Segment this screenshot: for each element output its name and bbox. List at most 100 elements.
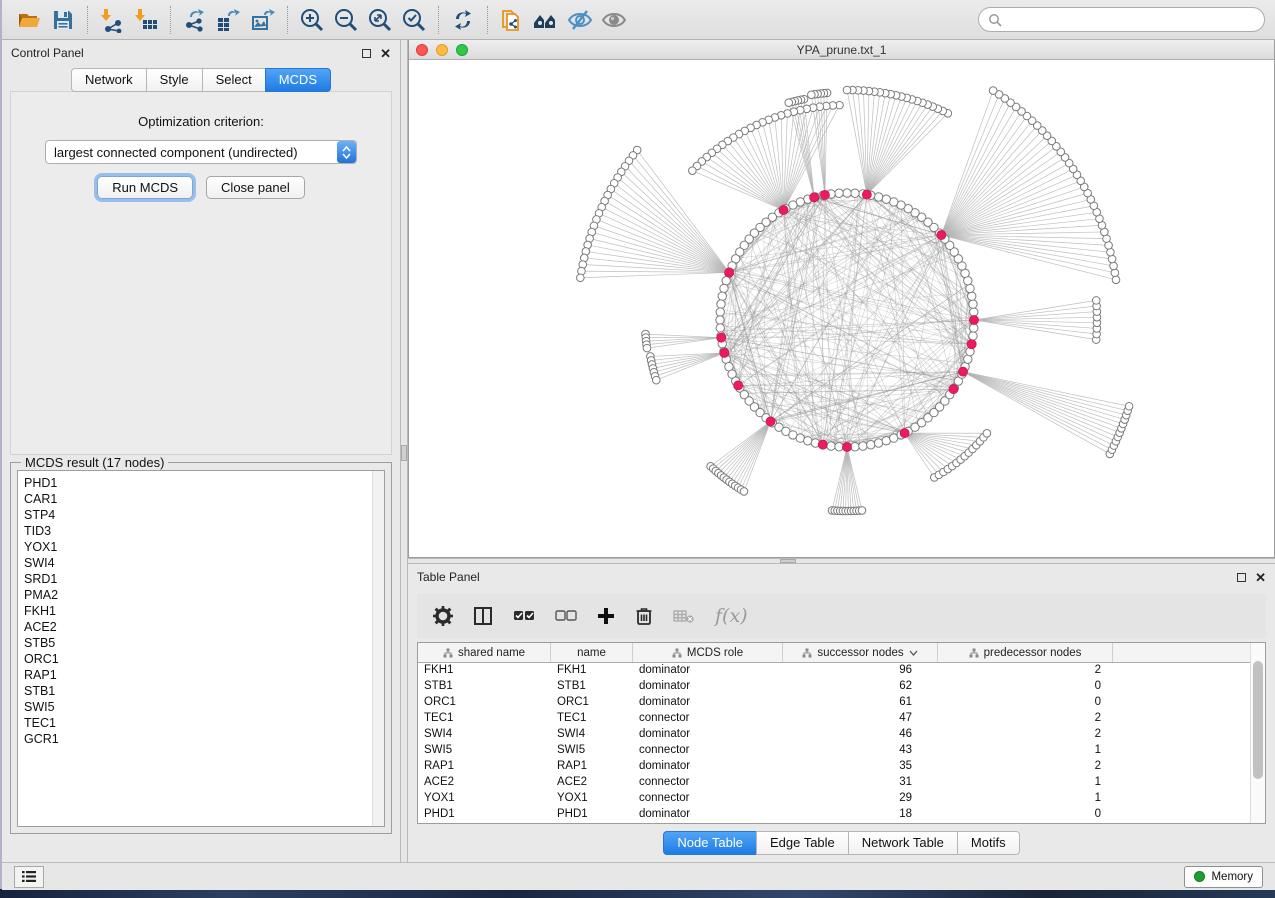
table-row[interactable]: YOX1YOX1connector291 [418,791,1250,807]
ring-node[interactable] [859,442,867,450]
task-history-button[interactable] [14,866,44,888]
vertical-splitter[interactable] [400,40,408,862]
leaf-node[interactable] [1108,255,1116,263]
ring-node[interactable] [722,277,730,285]
ring-node[interactable] [867,441,875,449]
leaf-node[interactable] [808,91,816,99]
leaf-node[interactable] [1112,276,1120,284]
ring-node[interactable] [966,284,974,292]
search-box[interactable] [978,7,1265,32]
dominator-node[interactable] [949,385,958,394]
dominator-node[interactable] [818,440,827,449]
mcds-result-list[interactable]: PHD1CAR1STP4TID3YOX1SWI4SRD1PMA2FKH1ACE2… [17,470,385,827]
ring-node[interactable] [804,437,812,445]
column-header-successor-nodes[interactable]: successor nodes [783,643,938,662]
ring-node[interactable] [969,332,977,340]
splitter-grip[interactable] [780,559,796,563]
leaf-node[interactable] [652,376,660,384]
horizontal-splitter[interactable] [408,558,1275,564]
ring-node[interactable] [874,439,882,447]
table-row[interactable]: ORC1ORC1dominator610 [418,695,1250,711]
dominator-node[interactable] [734,381,743,390]
table-row[interactable]: SWI5SWI5connector431 [418,743,1250,759]
leaf-node[interactable] [843,86,851,94]
zoom-out-icon[interactable] [329,4,363,36]
dominator-node[interactable] [725,268,734,277]
dominator-node[interactable] [862,190,871,199]
dominator-node[interactable] [958,367,967,376]
ring-node[interactable] [718,292,726,300]
share-document-icon[interactable] [495,4,529,36]
tab-select[interactable]: Select [202,68,265,92]
ring-node[interactable] [851,189,859,197]
leaf-node[interactable] [785,99,793,107]
memory-button[interactable]: Memory [1184,866,1263,888]
mcds-result-item[interactable]: TID3 [24,523,372,539]
column-header-name[interactable]: name [551,643,633,662]
network-graph[interactable] [409,60,1274,557]
tab-style[interactable]: Style [146,68,202,92]
ring-node[interactable] [716,308,724,316]
mcds-result-item[interactable]: STB1 [24,683,372,699]
tab-motifs[interactable]: Motifs [957,831,1020,855]
float-panel-icon[interactable] [1237,573,1246,582]
leaf-node[interactable] [643,344,651,352]
ring-node[interactable] [827,442,835,450]
toggle-graphics-details-icon[interactable] [563,4,597,36]
mcds-result-item[interactable]: ORC1 [24,651,372,667]
dominator-node[interactable] [720,348,729,357]
tab-network[interactable]: Network [71,68,146,92]
ring-node[interactable] [874,193,882,201]
export-network-icon[interactable] [178,4,212,36]
show-hide-panel-icon[interactable] [597,4,631,36]
leaf-node[interactable] [858,507,866,515]
ring-node[interactable] [843,189,851,197]
leaf-node[interactable] [1092,297,1100,305]
ring-node[interactable] [717,300,725,308]
network-search-icon[interactable] [529,4,563,36]
leaf-node[interactable] [983,429,991,437]
import-network-icon[interactable] [95,4,129,36]
unselect-all-icon[interactable] [555,608,577,624]
ring-node[interactable] [835,189,843,197]
leaf-node[interactable] [1125,402,1133,410]
leaf-node[interactable] [1110,262,1118,270]
table-row[interactable]: SWI4SWI4dominator462 [418,727,1250,743]
leaf-node[interactable] [1111,269,1119,277]
column-header-MCDS-role[interactable]: MCDS role [633,643,783,662]
column-header-shared-name[interactable]: shared name [418,643,551,662]
mcds-result-item[interactable]: SRD1 [24,571,372,587]
ring-node[interactable] [964,355,972,363]
save-session-icon[interactable] [46,4,80,36]
ring-node[interactable] [720,284,728,292]
leaf-node[interactable] [689,167,697,175]
mcds-result-item[interactable]: SWI4 [24,555,372,571]
table-row[interactable]: PHD1PHD1dominator180 [418,807,1250,823]
tab-network-table[interactable]: Network Table [848,831,957,855]
table-row[interactable]: ACE2ACE2connector311 [418,775,1250,791]
mcds-result-item[interactable]: CAR1 [24,491,372,507]
ring-node[interactable] [969,300,977,308]
dominator-node[interactable] [967,340,976,349]
mcds-result-item[interactable]: PHD1 [24,475,372,491]
dominator-node[interactable] [820,190,829,199]
close-panel-icon[interactable]: ✕ [1255,571,1266,584]
table-row[interactable]: FKH1FKH1dominator962 [418,663,1250,679]
mcds-result-item[interactable]: RAP1 [24,667,372,683]
ring-node[interactable] [970,324,978,332]
tab-mcds[interactable]: MCDS [265,68,331,92]
criterion-dropdown[interactable]: largest connected component (undirected) [45,140,357,164]
mcds-result-item[interactable]: SWI5 [24,699,372,715]
table-scrollbar[interactable] [1250,643,1265,823]
ring-node[interactable] [968,292,976,300]
close-panel-button[interactable]: Close panel [206,176,305,199]
dominator-node[interactable] [969,315,978,324]
splitter-grip[interactable] [401,445,407,461]
dominator-node[interactable] [717,333,726,342]
open-file-icon[interactable] [12,4,46,36]
tab-edge-table[interactable]: Edge Table [756,831,848,855]
mcds-result-item[interactable]: TEC1 [24,715,372,731]
select-all-icon[interactable] [513,608,535,624]
ring-node[interactable] [716,316,724,324]
mcds-result-item[interactable]: PMA2 [24,587,372,603]
